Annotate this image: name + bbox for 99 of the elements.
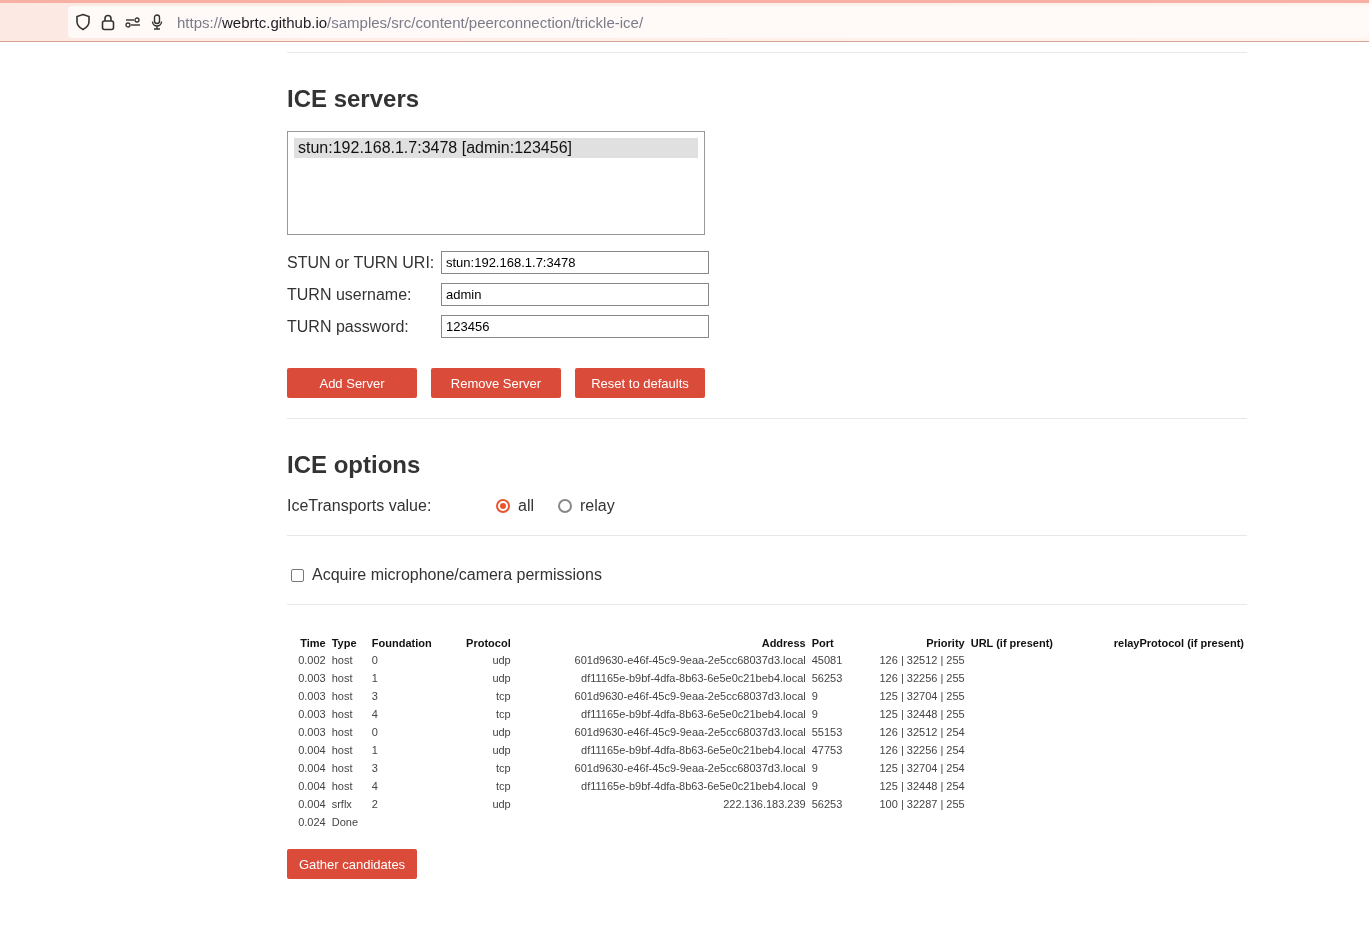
table-cell: 3 <box>371 762 378 774</box>
microphone-icon[interactable] <box>151 14 163 30</box>
radio-button[interactable] <box>558 499 572 513</box>
table-cell: 126 | 32512 | 255 <box>879 654 965 666</box>
field-label: TURN username: <box>287 285 413 304</box>
column-header: Type <box>330 636 358 651</box>
table-cell: 3 <box>371 690 378 702</box>
table-cell: df11165e-b9bf-4dfa-8b63-6e5e0c21beb4.local <box>581 708 806 720</box>
table-cell: 0.024 <box>298 816 326 828</box>
column-header: Protocol <box>465 636 512 651</box>
table-cell: 100 | 32287 | 255 <box>879 798 965 810</box>
input-field[interactable]: stun:192.168.1.7:3478 <box>441 251 709 274</box>
table-cell: udp <box>492 654 511 666</box>
action-button[interactable]: Add Server <box>287 368 417 398</box>
table-cell: 56253 <box>811 798 843 810</box>
table-cell: udp <box>492 672 511 684</box>
table-cell: 601d9630-e46f-45c9-9eaa-2e5cc68037d3.local <box>574 690 806 702</box>
table-cell: Done <box>331 816 358 828</box>
table-cell: 1 <box>371 744 378 756</box>
table-cell: host <box>331 708 353 720</box>
table-cell: 0.003 <box>298 726 326 738</box>
table-cell: udp <box>492 726 511 738</box>
table-cell: host <box>331 672 353 684</box>
table-cell: 9 <box>811 762 818 774</box>
table-cell: 125 | 32704 | 254 <box>879 762 965 774</box>
input-field[interactable]: admin <box>441 283 709 306</box>
table-cell: 4 <box>371 780 378 792</box>
table-cell: 0.004 <box>298 780 326 792</box>
table-cell: 0.004 <box>298 744 326 756</box>
column-header: Address <box>760 636 807 651</box>
table-cell: 601d9630-e46f-45c9-9eaa-2e5cc68037d3.local <box>574 762 806 774</box>
table-cell: 601d9630-e46f-45c9-9eaa-2e5cc68037d3.local <box>574 726 806 738</box>
table-cell: 9 <box>811 708 818 720</box>
table-cell: 55153 <box>811 726 843 738</box>
shield-icon[interactable] <box>75 13 91 31</box>
table-cell: df11165e-b9bf-4dfa-8b63-6e5e0c21beb4.local <box>581 672 806 684</box>
table-cell: 4 <box>371 708 378 720</box>
column-header: Port <box>810 636 835 651</box>
table-cell: host <box>331 780 353 792</box>
action-button[interactable]: Remove Server <box>431 368 561 398</box>
table-cell: df11165e-b9bf-4dfa-8b63-6e5e0c21beb4.local <box>581 780 806 792</box>
table-cell: 2 <box>371 798 378 810</box>
gather-candidates-button[interactable]: Gather candidates <box>287 849 417 879</box>
table-cell: srflx <box>331 798 352 810</box>
table-cell: 0.002 <box>298 654 326 666</box>
table-cell: 601d9630-e46f-45c9-9eaa-2e5cc68037d3.local <box>574 654 806 666</box>
table-cell: 125 | 32448 | 254 <box>879 780 965 792</box>
column-header: Time <box>299 636 327 651</box>
sliders-icon[interactable] <box>125 16 141 28</box>
server-option[interactable]: stun:192.168.1.7:3478 [admin:123456] <box>294 138 698 158</box>
table-cell: host <box>331 726 353 738</box>
table-cell: 126 | 32512 | 254 <box>879 726 965 738</box>
table-cell: host <box>331 654 353 666</box>
table-cell: 9 <box>811 690 818 702</box>
table-cell: 126 | 32256 | 255 <box>879 672 965 684</box>
section-heading: ICE servers <box>287 85 421 113</box>
table-cell: 0.003 <box>298 690 326 702</box>
table-cell: 0.004 <box>298 798 326 810</box>
table-cell: host <box>331 690 353 702</box>
table-cell: 1 <box>371 672 378 684</box>
table-cell: tcp <box>496 708 511 720</box>
radio-label[interactable]: relay <box>580 497 615 515</box>
table-cell: 9 <box>811 780 818 792</box>
table-cell: 0 <box>371 726 378 738</box>
table-cell: 0.003 <box>298 708 326 720</box>
table-cell: 126 | 32256 | 254 <box>879 744 965 756</box>
table-cell: tcp <box>496 690 511 702</box>
checkbox[interactable] <box>291 568 304 582</box>
table-cell: 47753 <box>811 744 843 756</box>
table-cell: tcp <box>496 762 511 774</box>
server-list[interactable]: stun:192.168.1.7:3478 [admin:123456] <box>287 131 705 235</box>
action-button[interactable]: Reset to defaults <box>575 368 705 398</box>
radio-button[interactable] <box>496 499 510 513</box>
field-label: STUN or TURN URI: <box>287 253 436 272</box>
table-cell: 0.004 <box>298 762 326 774</box>
radio-label[interactable]: all <box>518 497 534 515</box>
table-cell: tcp <box>496 780 511 792</box>
lock-icon[interactable] <box>101 13 115 31</box>
column-header: URL (if present) <box>969 636 1054 651</box>
table-cell: 222.136.183.239 <box>723 798 806 810</box>
table-cell: df11165e-b9bf-4dfa-8b63-6e5e0c21beb4.local <box>581 744 806 756</box>
option-label: IceTransports value: <box>287 497 433 515</box>
table-cell: udp <box>492 744 511 756</box>
input-field[interactable]: 123456 <box>441 315 709 338</box>
table-cell: host <box>331 762 353 774</box>
column-header: relayProtocol (if present) <box>1112 636 1245 651</box>
column-header: Priority <box>925 636 966 651</box>
checkbox-label[interactable]: Acquire microphone/camera permissions <box>312 566 602 584</box>
field-label: TURN password: <box>287 317 410 336</box>
table-cell: 125 | 32448 | 255 <box>879 708 965 720</box>
table-cell: 45081 <box>811 654 843 666</box>
section-heading: ICE options <box>287 451 422 479</box>
table-cell: host <box>331 744 353 756</box>
column-header: Foundation <box>370 636 433 651</box>
table-cell: 0 <box>371 654 378 666</box>
table-cell: udp <box>492 798 511 810</box>
table-cell: 125 | 32704 | 255 <box>879 690 965 702</box>
table-cell: 56253 <box>811 672 843 684</box>
table-cell: 0.003 <box>298 672 326 684</box>
